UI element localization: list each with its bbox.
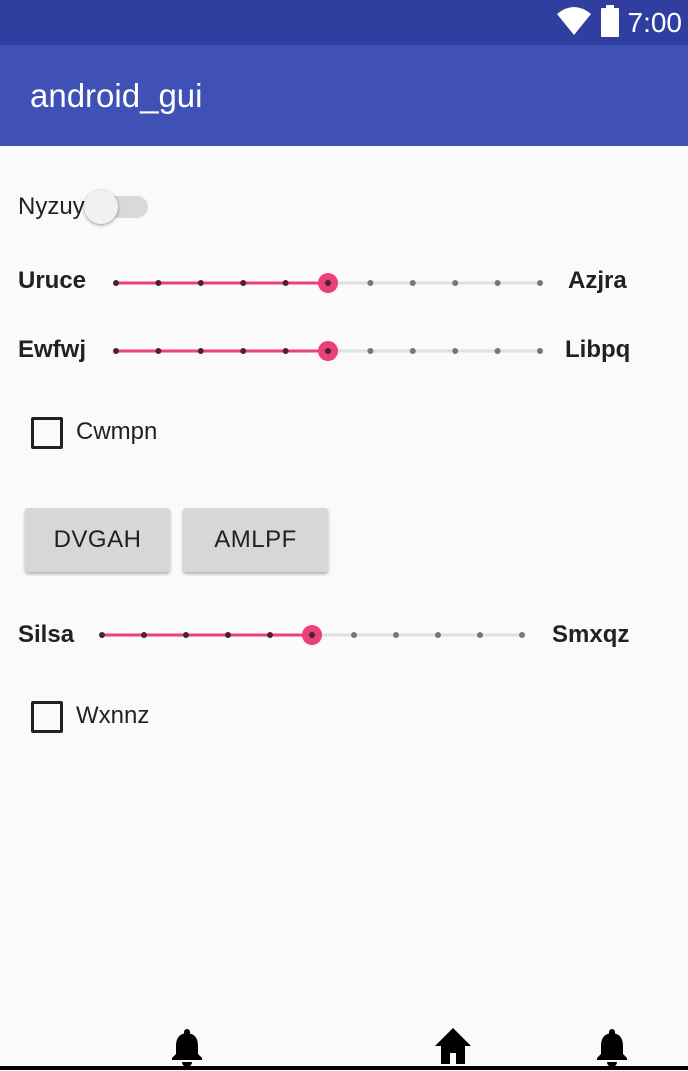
slider-tick (537, 280, 543, 286)
slider-tick (519, 632, 525, 638)
slider-tick (282, 280, 289, 286)
slider-tick (452, 348, 459, 354)
slider-tick (113, 280, 119, 286)
slider-2-right-label: Libpq (565, 336, 631, 363)
status-time: 7:00 (627, 7, 683, 38)
slider-tick (309, 632, 315, 638)
slider-1-left-label: Uruce (18, 267, 87, 294)
slider-tick (351, 632, 357, 638)
wxnnz-checkbox[interactable] (31, 701, 63, 733)
nyzuy-switch[interactable] (84, 190, 150, 224)
home-icon[interactable] (433, 1026, 473, 1066)
slider-tick (197, 348, 204, 354)
slider-tick (367, 348, 374, 354)
nav-bar (0, 1012, 688, 1070)
status-bar: 7:00 (0, 0, 688, 45)
slider-tick (155, 280, 162, 286)
cwmpn-checkbox[interactable] (31, 417, 63, 449)
slider-tick (113, 348, 119, 354)
slider-tick (141, 632, 147, 638)
app-bar: android_gui (0, 45, 688, 146)
nav-baseline (0, 1066, 688, 1070)
slider-track[interactable] (94, 615, 530, 655)
uruce-slider[interactable] (108, 263, 548, 303)
slider-tick (267, 632, 273, 638)
slider-3-right-label: Smxqz (552, 621, 630, 648)
slider-track[interactable] (108, 331, 548, 371)
slider-tick (367, 280, 374, 286)
slider-tick (197, 280, 204, 286)
checkbox-2-label: Wxnnz (76, 702, 150, 729)
checkbox-1-label: Cwmpn (76, 418, 158, 445)
slider-tick (155, 348, 162, 354)
slider-3-left-label: Silsa (18, 621, 75, 648)
slider-tick (452, 280, 459, 286)
slider-tick (325, 280, 331, 286)
slider-tick (325, 348, 331, 354)
status-icons: 7:00 (556, 4, 683, 42)
slider-tick (99, 632, 105, 638)
switch-thumb[interactable] (84, 190, 118, 224)
slider-2-left-label: Ewfwj (18, 336, 87, 363)
slider-tick (477, 632, 483, 638)
slider-track[interactable] (108, 263, 548, 303)
slider-tick (409, 280, 416, 286)
amlpf-button[interactable]: AMLPF (183, 508, 328, 572)
wifi-icon (556, 6, 592, 41)
slider-tick (393, 632, 399, 638)
slider-tick (282, 348, 289, 354)
silsa-slider[interactable] (94, 615, 530, 655)
bell-icon[interactable] (592, 1026, 632, 1067)
slider-tick (183, 632, 189, 638)
bell-icon[interactable] (167, 1026, 207, 1067)
slider-tick (409, 348, 416, 354)
slider-tick (494, 348, 501, 354)
app-title: android_gui (30, 77, 203, 114)
battery-icon (600, 4, 620, 42)
slider-tick (537, 348, 543, 354)
slider-1-right-label: Azjra (568, 267, 627, 294)
slider-tick (435, 632, 441, 638)
dvgah-button[interactable]: DVGAH (25, 508, 170, 572)
slider-tick (240, 280, 247, 286)
slider-tick (225, 632, 231, 638)
toggle-label: Nyzuy (18, 193, 85, 220)
slider-tick (240, 348, 247, 354)
ewfwj-slider[interactable] (108, 331, 548, 371)
slider-tick (494, 280, 501, 286)
